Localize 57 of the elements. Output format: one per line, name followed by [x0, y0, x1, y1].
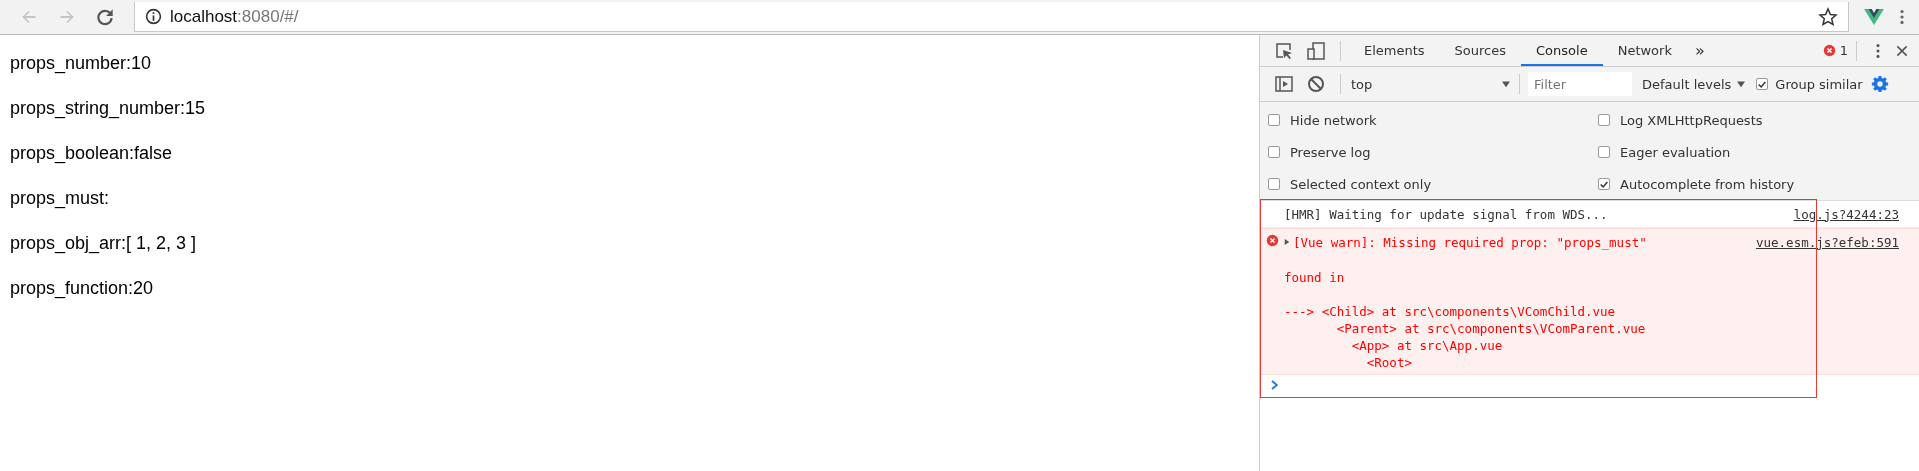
checkbox-label: Group similar — [1775, 76, 1863, 92]
checkbox[interactable] — [1756, 78, 1769, 90]
dropdown-arrow-icon — [1501, 80, 1511, 88]
checkbox[interactable] — [1268, 114, 1280, 126]
prop-text: props_boolean:false — [10, 143, 174, 166]
checkbox-label: Selected context only — [1290, 176, 1432, 192]
checkbox[interactable] — [1268, 178, 1280, 190]
reload-icon[interactable] — [94, 6, 116, 28]
clear-icon[interactable] — [1306, 74, 1326, 94]
error-count: 1 — [1839, 43, 1848, 58]
checkbox[interactable] — [1598, 178, 1610, 190]
error-icon — [1265, 234, 1279, 247]
error-icon — [1822, 44, 1836, 57]
checkbox-label: Eager evaluation — [1620, 144, 1731, 160]
menu-icon[interactable] — [1875, 41, 1881, 60]
prop-text: props_must: — [10, 188, 111, 211]
tab[interactable]: Sources — [1439, 35, 1522, 66]
inspect-icon[interactable] — [1274, 40, 1294, 61]
message-text: <Parent> at src\components\VComParent.vue — [1335, 320, 1647, 337]
address-bar[interactable]: localhost:8080/#/ — [134, 2, 1849, 32]
url-text: localhost:8080/#/ — [170, 6, 299, 27]
prop-text: props_obj_arr:[ 1, 2, 3 ] — [10, 233, 198, 256]
checkbox-label: Log XMLHttpRequests — [1620, 112, 1763, 128]
checkbox[interactable] — [1268, 146, 1280, 158]
context-label: top — [1351, 76, 1373, 92]
star-icon[interactable] — [1818, 6, 1838, 27]
menu-icon[interactable] — [1899, 8, 1905, 26]
message-text: <Root> — [1365, 354, 1413, 371]
prompt-icon[interactable] — [1270, 380, 1278, 390]
filter-field[interactable]: Filter — [1528, 72, 1632, 96]
message-text: [Vue warn]: Missing required prop: "props_must" — [1293, 234, 1647, 250]
message-text: [HMR] Waiting for update signal from WDS... — [1284, 206, 1608, 222]
error-counter[interactable]: 1 — [1822, 43, 1848, 58]
prop-text: props_number:10 — [10, 53, 153, 76]
tab[interactable]: Console — [1521, 35, 1603, 66]
close-icon[interactable] — [1895, 43, 1909, 58]
more-tabs-button[interactable]: » — [1686, 41, 1713, 60]
info-icon[interactable] — [145, 8, 162, 25]
extension-icon[interactable] — [1863, 8, 1885, 26]
tab[interactable]: Network — [1602, 35, 1687, 66]
prop-text: props_function:20 — [10, 278, 155, 301]
dropdown-arrow-icon — [1736, 80, 1747, 88]
tab[interactable]: Elements — [1349, 35, 1440, 66]
message-text: ---> <Child> at src\components\VComChild.vue — [1284, 303, 1617, 320]
context-dropdown[interactable]: top — [1349, 76, 1511, 92]
checkbox-label: Hide network — [1290, 112, 1377, 128]
sidebar-icon[interactable] — [1274, 74, 1294, 94]
settings-icon[interactable] — [1870, 75, 1889, 93]
message-text: found in — [1284, 269, 1346, 286]
checkbox-label: Preserve log — [1290, 144, 1371, 160]
expand-arrow-icon[interactable] — [1284, 238, 1290, 246]
checkbox[interactable] — [1598, 114, 1610, 126]
device-icon[interactable] — [1306, 40, 1326, 61]
checkbox-label: Autocomplete from history — [1620, 176, 1795, 192]
prop-text: props_string_number:15 — [10, 98, 207, 121]
checkbox[interactable] — [1598, 146, 1610, 158]
message-text: <App> at src\App.vue — [1350, 337, 1504, 354]
